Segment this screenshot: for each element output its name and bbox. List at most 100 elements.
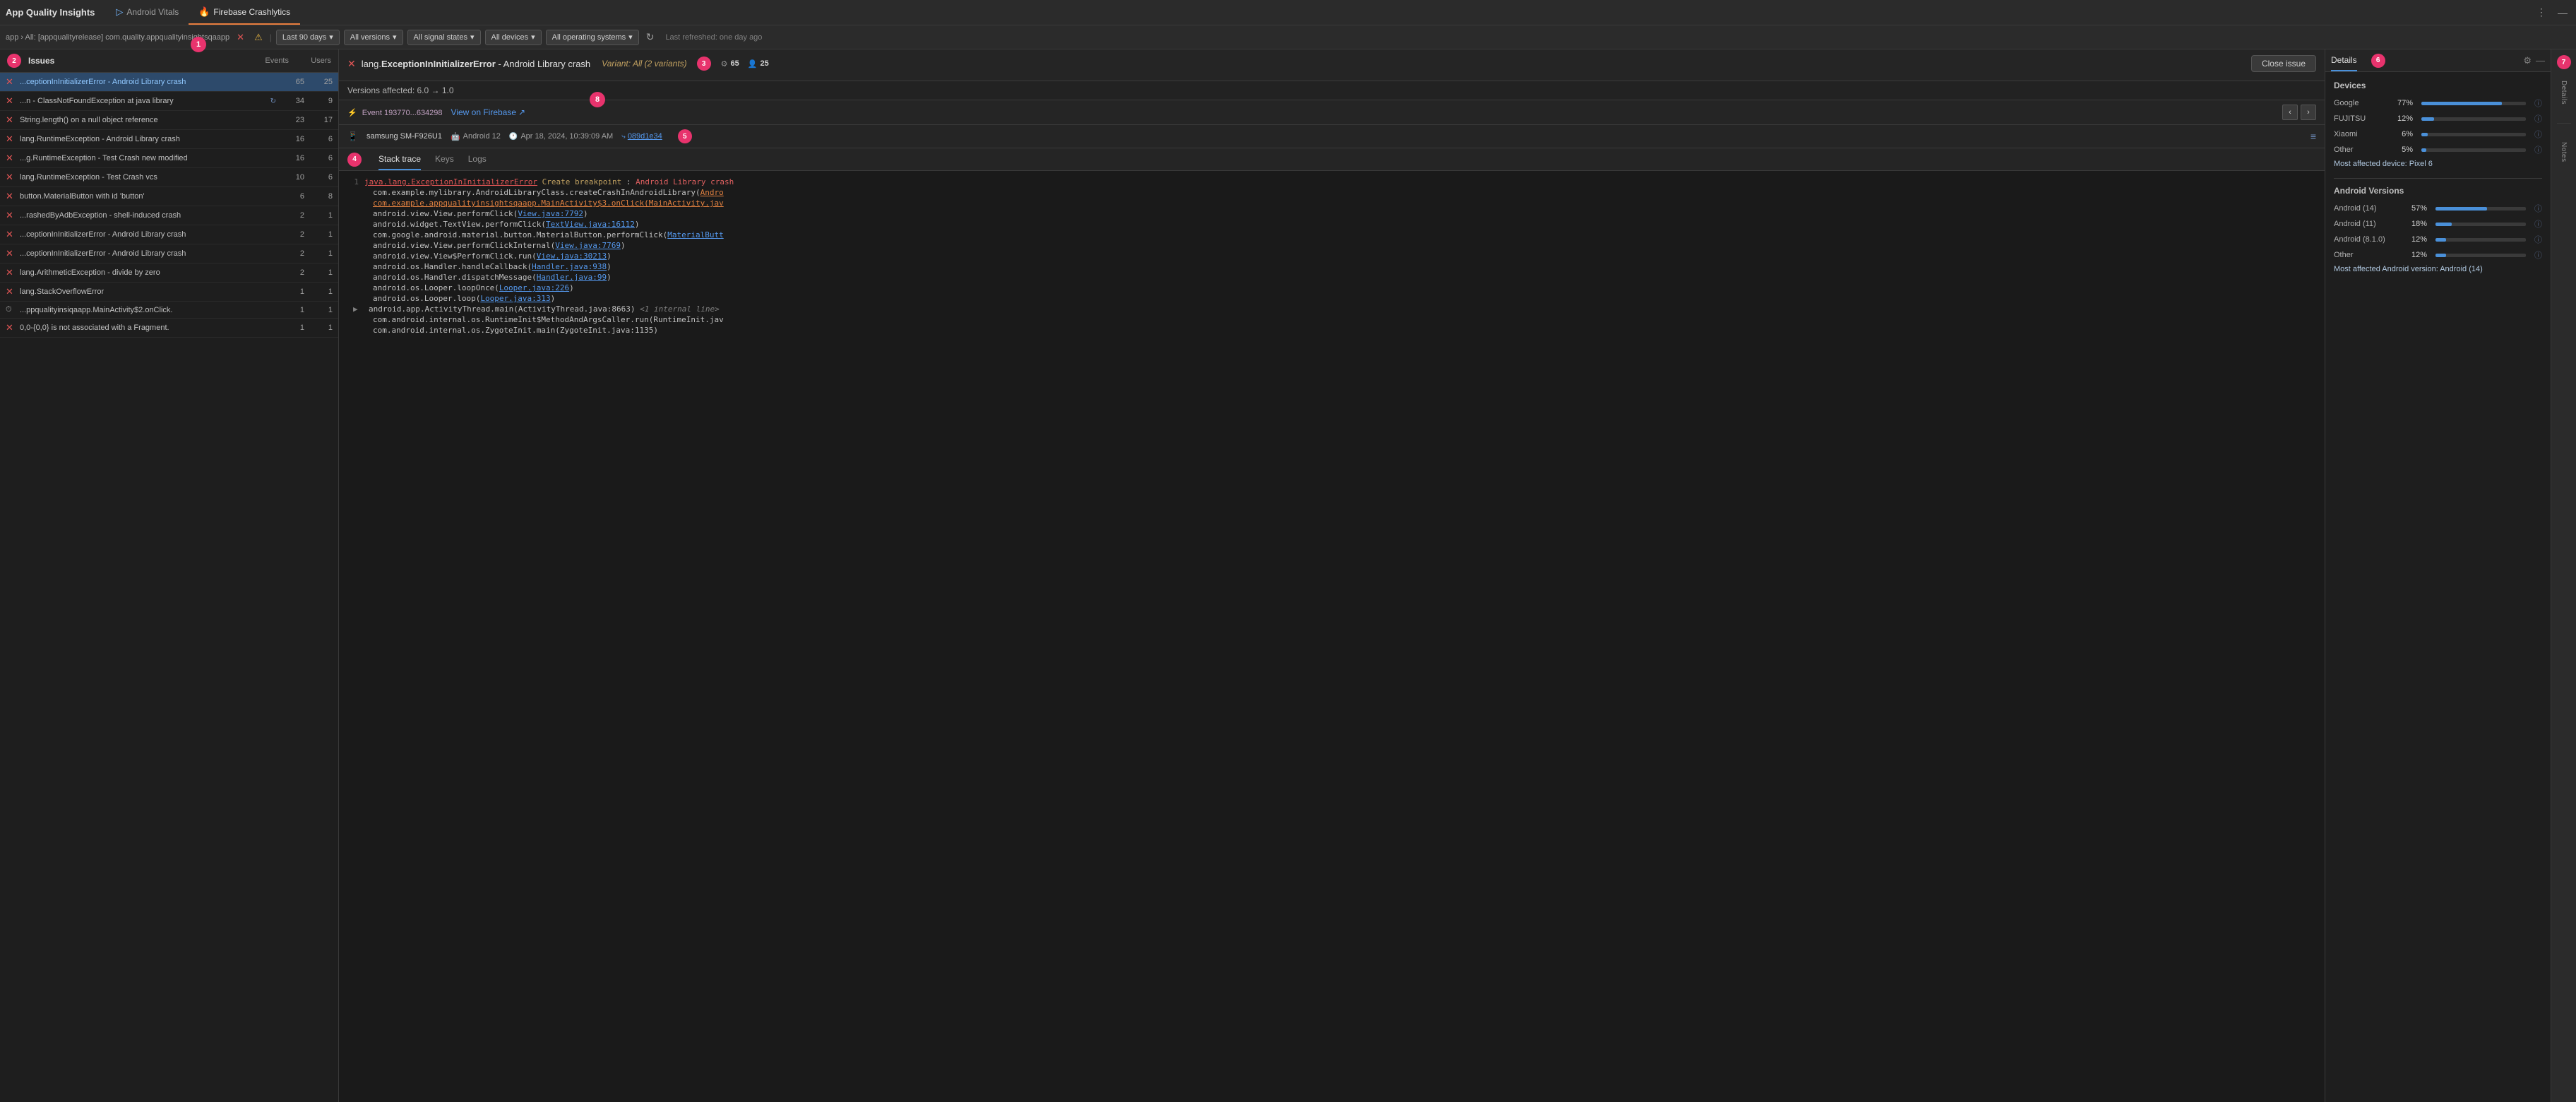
events-stat: ⚙ 65 [721,59,739,69]
device-bar-fill [2421,133,2428,136]
details-side-label[interactable]: Details [2560,81,2568,105]
view-on-firebase-link[interactable]: View on Firebase ↗ [451,107,526,117]
close-issue-button[interactable]: Close issue [2251,55,2316,72]
error-icon: ✕ [6,322,17,333]
refresh-button[interactable]: ↻ [643,30,657,45]
side-divider [2557,123,2571,124]
error-icon: ✕ [6,229,17,240]
tab-details[interactable]: Details [2331,49,2357,71]
android-version-info-button[interactable]: ⓘ [2534,203,2542,214]
filter-warning-icon[interactable]: ⚠ [251,30,266,45]
os-filter-dropdown[interactable]: All operating systems ▾ [546,30,639,45]
android-bar-bg [2435,223,2526,226]
devices-section-title: Devices [2334,81,2542,90]
issue-row[interactable]: ✕ lang.StackOverflowError 1 1 [0,283,338,302]
view-link-3[interactable]: View.java:30213 [537,251,607,261]
handler-link-1[interactable]: Handler.java:938 [532,262,607,271]
looper-link-1[interactable]: Looper.java:226 [499,283,569,292]
issue-row[interactable]: ✕ ...n - ClassNotFoundException at java … [0,92,338,111]
error-icon: ✕ [6,286,17,297]
tab-firebase-label: Firebase Crashlytics [213,7,290,17]
device-info-button[interactable]: ⓘ [2534,97,2542,109]
issue-row[interactable]: ✕ lang.ArithmeticException - divide by z… [0,263,338,283]
materialbutton-link[interactable]: MaterialButt [667,230,723,239]
looper-link-2[interactable]: Looper.java:313 [480,294,550,303]
android-version-name: Other [2334,251,2397,259]
issue-row[interactable]: ✕ ...g.RuntimeException - Test Crash new… [0,149,338,168]
issue-row[interactable]: ✕ lang.RuntimeException - Test Crash vcs… [0,168,338,187]
error-icon: ✕ [6,172,17,183]
issue-events: 16 [279,154,304,162]
device-stat-row: Other 5% ⓘ [2334,144,2542,155]
issue-row[interactable]: ✕ lang.RuntimeException - Android Librar… [0,130,338,149]
textview-link[interactable]: TextView.java:16112 [546,220,635,229]
view-link-2[interactable]: View.java:7769 [555,241,621,250]
filter-lines-button[interactable]: ≡ [2310,131,2316,142]
tab-android-vitals-label: Android Vitals [126,7,179,17]
mainactivity-link[interactable]: com.example.appqualityinsightsqaapp.Main… [373,199,724,208]
trace-line: 1 java.lang.ExceptionInInitializerError … [339,177,2325,187]
minimize-button[interactable]: — [2555,6,2570,20]
android-version-info-button[interactable]: ⓘ [2534,249,2542,261]
most-affected-android-text: Most affected Android version: Android (… [2334,265,2542,273]
users-stat: 👤 25 [748,59,769,69]
android-version-info-button[interactable]: ⓘ [2534,234,2542,245]
android-vitals-icon: ▷ [116,6,123,18]
issue-row[interactable]: ⏱ ...ppqualityinsiqaapp.MainActivity$2.o… [0,302,338,319]
issue-row[interactable]: ✕ button.MaterialButton with id 'button'… [0,187,338,206]
device-bar-fill [2421,148,2426,152]
device-name-label: Xiaomi [2334,130,2383,138]
issue-row[interactable]: ✕ ...ceptionInInitializerError - Android… [0,244,338,263]
tab-keys[interactable]: Keys [435,148,454,170]
issue-title-class: ExceptionInInitializerError [381,59,496,69]
annotation-1: 1 [191,37,206,52]
devices-filter-chevron: ▾ [531,32,535,42]
device-info-button[interactable]: ⓘ [2534,113,2542,124]
device-bar-bg [2421,148,2526,152]
os-filter-chevron: ▾ [628,32,633,42]
device-info-button[interactable]: ⓘ [2534,129,2542,140]
issue-title-prefix: lang. [362,59,381,69]
issue-users: 1 [307,249,333,258]
error-class-link[interactable]: java.lang.ExceptionInInitializerError [364,177,537,186]
android-version-info-button[interactable]: ⓘ [2534,218,2542,230]
issue-row[interactable]: ✕ 0,0-{0,0} is not associated with a Fra… [0,319,338,338]
tab-android-vitals[interactable]: ▷ Android Vitals [106,0,189,25]
view-link-1[interactable]: View.java:7792 [518,209,583,218]
versions-filter-dropdown[interactable]: All versions ▾ [344,30,403,45]
next-event-button[interactable]: › [2301,105,2316,120]
issue-row[interactable]: ✕ ...ceptionInInitializerError - Android… [0,225,338,244]
expand-arrow-icon[interactable]: ▶ [353,304,363,314]
error-icon: ✕ [6,191,17,202]
more-options-button[interactable]: ⋮ [2534,5,2549,20]
trace-separator: : [626,177,636,186]
android-bar-bg [2435,254,2526,257]
trace-line: com.google.android.material.button.Mater… [339,230,2325,240]
device-info-button[interactable]: ⓘ [2534,144,2542,155]
issue-events: 2 [279,268,304,277]
issue-row[interactable]: ✕ ...ceptionInInitializerError - Android… [0,73,338,92]
event-info-row: ⚡ Event 193770...634298 View on Firebase… [339,100,2325,125]
annotation-8: 8 [590,92,605,107]
settings-icon-button[interactable]: ⚙ [2523,55,2532,66]
signals-filter-dropdown[interactable]: All signal states ▾ [407,30,481,45]
filter-error-icon[interactable]: ✕ [234,30,247,45]
issue-row[interactable]: ✕ String.length() on a null object refer… [0,111,338,130]
andro-link[interactable]: Andro [700,188,724,197]
issue-row[interactable]: ✕ ...rashedByAdbException - shell-induce… [0,206,338,225]
tab-firebase-crashlytics[interactable]: 🔥 Firebase Crashlytics [189,0,300,25]
tab-stack-trace[interactable]: Stack trace [378,148,421,170]
notes-side-label[interactable]: Notes [2560,142,2568,162]
trace-line: android.widget.TextView.performClick(Tex… [339,219,2325,230]
issue-users: 17 [307,116,333,124]
trace-line: android.os.Handler.dispatchMessage(Handl… [339,272,2325,283]
handler-link-2[interactable]: Handler.java:99 [537,273,607,282]
issue-events: 1 [279,306,304,314]
trace-text: android.app.ActivityThread.main(Activity… [369,304,2316,314]
prev-event-button[interactable]: ‹ [2282,105,2298,120]
time-filter-dropdown[interactable]: Last 90 days ▾ [276,30,340,45]
minimize-panel-button[interactable]: — [2536,55,2545,66]
devices-filter-dropdown[interactable]: All devices ▾ [485,30,542,45]
trace-text: android.view.View.performClick(View.java… [373,209,2316,218]
tab-logs[interactable]: Logs [468,148,487,170]
